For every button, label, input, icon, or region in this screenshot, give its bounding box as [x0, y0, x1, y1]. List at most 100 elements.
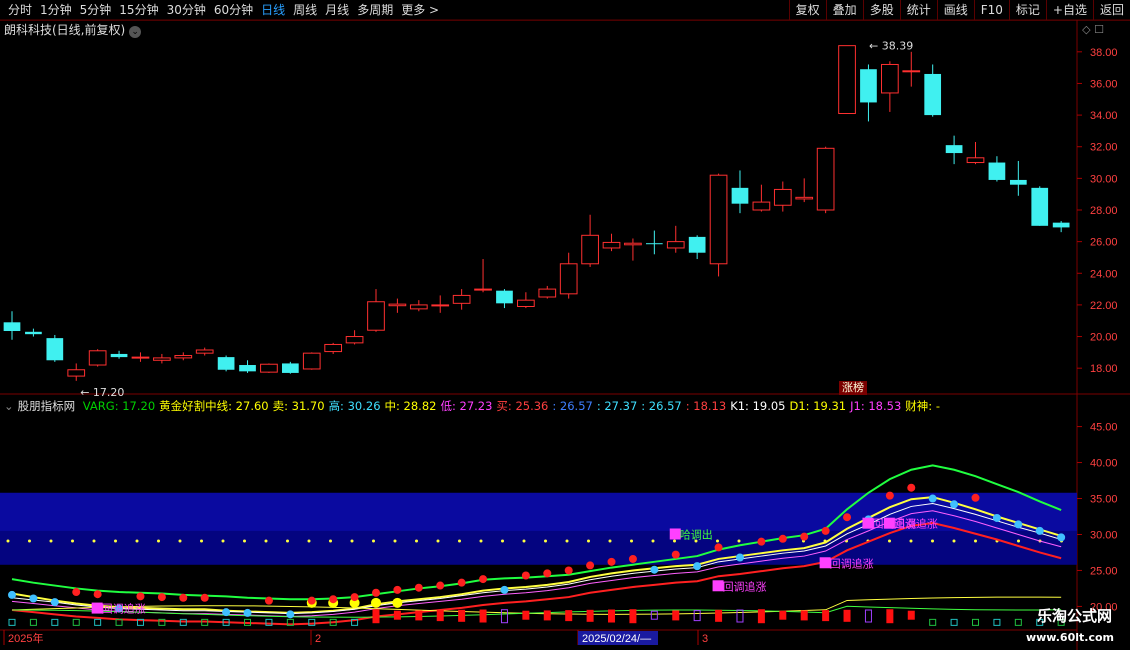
- dot: [673, 539, 676, 543]
- dot: [350, 539, 354, 543]
- signal-label: 回调追涨: [894, 517, 938, 531]
- tab-3[interactable]: 15分钟: [115, 0, 162, 20]
- toolbar-button-0[interactable]: 复权: [788, 0, 826, 20]
- tab-6[interactable]: 日线: [257, 0, 289, 20]
- histogram-bar: [115, 618, 123, 626]
- tab-7[interactable]: 周线: [289, 0, 321, 20]
- tab-4[interactable]: 30分钟: [163, 0, 210, 20]
- indicator-tick-label: 30.00: [1090, 529, 1118, 541]
- toolbar-button-2[interactable]: 多股: [862, 0, 900, 20]
- histogram-bar: [993, 618, 1001, 626]
- indicator-line-white: [11, 503, 1062, 615]
- histogram-bar: [543, 610, 551, 621]
- dot: [221, 539, 225, 543]
- signal-dot: [1035, 526, 1044, 535]
- dot: [888, 539, 891, 543]
- toolbar-button-7[interactable]: +自选: [1045, 0, 1093, 20]
- signal-dot: [115, 604, 124, 613]
- price-tick-label: 36.00: [1090, 78, 1118, 90]
- histogram-bar: [8, 618, 16, 626]
- signal-dot: [72, 588, 81, 597]
- date-label: 3: [702, 633, 708, 645]
- date-label: 2025/02/24/—: [582, 633, 651, 645]
- tab-1[interactable]: 1分钟: [36, 0, 76, 20]
- candle-body: [25, 331, 42, 335]
- dot: [737, 539, 741, 543]
- candle-body: [945, 145, 963, 154]
- candle-body: [517, 299, 535, 307]
- dot: [264, 539, 268, 543]
- dot: [1017, 539, 1020, 543]
- histogram-bar: [136, 618, 144, 626]
- indicator-value-13: J1: 18.53: [850, 399, 902, 413]
- histogram-bar: [1014, 618, 1022, 626]
- oscillator-line: [11, 596, 1062, 615]
- kline-chart[interactable]: 38.00 36.00 34.00 32.00 30.00 28.00 26.00 24.00…: [0, 0, 1130, 650]
- histogram-bar: [586, 609, 594, 622]
- signal-dot: [350, 593, 359, 602]
- indicator-value-3: 高: 30.26: [328, 399, 381, 413]
- signal-dot: [757, 537, 766, 546]
- histogram-bar: [201, 618, 209, 626]
- toolbar-button-8[interactable]: 返回: [1092, 0, 1130, 20]
- signal-marker: [91, 602, 103, 614]
- chevron-down-icon[interactable]: ⌄: [129, 26, 142, 38]
- dot: [565, 539, 569, 543]
- dot: [92, 539, 96, 543]
- indicator-value-10: : 18.13: [685, 399, 727, 413]
- histogram-bar: [393, 610, 401, 620]
- indicator-band-lower: [0, 530, 1077, 565]
- tab-8[interactable]: 月线: [321, 0, 353, 20]
- toolbar-button-4[interactable]: 画线: [936, 0, 974, 20]
- tab-5[interactable]: 60分钟: [210, 0, 257, 20]
- dot: [436, 539, 440, 543]
- histogram-bar: [372, 609, 380, 624]
- diamond-icon[interactable]: ◇ ☐: [1082, 23, 1104, 36]
- signal-dot: [392, 597, 403, 608]
- toolbar-button-5[interactable]: F10: [973, 0, 1009, 20]
- dot: [6, 539, 10, 543]
- candle-body: [602, 241, 621, 249]
- tab-0[interactable]: 分时: [4, 0, 36, 20]
- indicator-value-1: 黄金好割中线: 27.60: [159, 399, 269, 413]
- chevron-down-icon[interactable]: ⌄: [4, 399, 14, 413]
- signal-dot: [950, 500, 959, 509]
- tab-10[interactable]: 更多 >: [397, 0, 443, 20]
- dot: [479, 539, 483, 543]
- signal-dot: [179, 593, 188, 602]
- period-toolbar: 分时 1分钟 5分钟 15分钟 30分钟 60分钟 日线 周线 月线 多周期 更多 > 复权 叠加 多股…: [0, 0, 1130, 21]
- price-tick-label: 34.00: [1090, 110, 1118, 122]
- candle-body: [988, 162, 1006, 180]
- histogram-bar: [265, 618, 273, 626]
- min-price-label: ← 17.20: [80, 386, 124, 399]
- signal-dot: [543, 569, 552, 578]
- dot: [974, 539, 977, 543]
- indicator-tick-label: 45.00: [1090, 422, 1118, 434]
- dot: [200, 539, 203, 543]
- candle-body: [966, 157, 985, 164]
- indicator-value-2: 卖: 31.70: [272, 399, 325, 413]
- tab-9[interactable]: 多周期: [353, 0, 397, 20]
- signal-label: 回调追涨: [102, 602, 146, 616]
- toolbar-button-1[interactable]: 叠加: [825, 0, 863, 20]
- candle-body: [924, 73, 942, 116]
- signal-dot: [521, 571, 530, 580]
- dot: [608, 539, 612, 543]
- candle-body: [795, 196, 814, 200]
- candle-body: [666, 241, 685, 249]
- dot: [307, 539, 311, 543]
- histogram-bar: [650, 610, 658, 620]
- tab-2[interactable]: 5分钟: [76, 0, 116, 20]
- signal-dot: [864, 515, 873, 524]
- signal-dot: [414, 583, 423, 592]
- candle-body: [217, 357, 235, 370]
- histogram-bar: [565, 610, 573, 622]
- dot: [178, 539, 182, 543]
- toolbar-button-3[interactable]: 统计: [899, 0, 937, 20]
- candle-body: [773, 188, 792, 206]
- candle-body: [496, 290, 513, 304]
- toolbar-button-6[interactable]: 标记: [1008, 0, 1046, 20]
- signal-dot: [586, 561, 595, 570]
- histogram-bar: [907, 610, 915, 620]
- dot: [135, 539, 139, 543]
